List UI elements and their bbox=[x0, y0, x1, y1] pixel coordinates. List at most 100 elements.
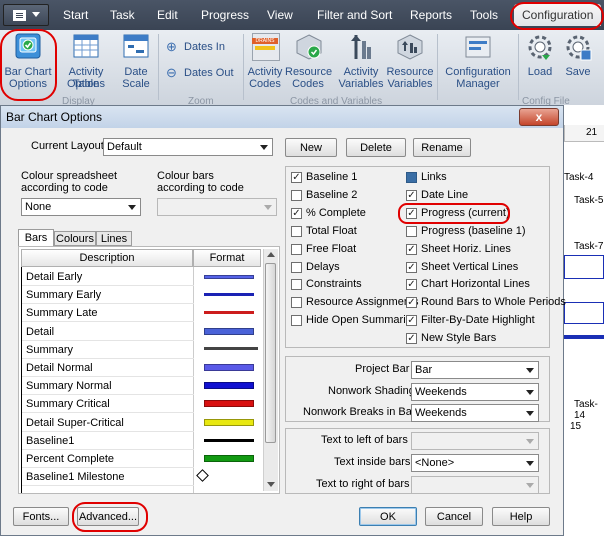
table-header-description[interactable]: Description bbox=[21, 249, 193, 267]
table-row[interactable]: Detail Normal bbox=[22, 359, 254, 377]
dates-out-label: Dates Out bbox=[184, 67, 234, 79]
rename-layout-button[interactable]: Rename bbox=[413, 138, 471, 157]
nonwork-breaks-select[interactable]: Weekends bbox=[411, 404, 539, 422]
bar-format-swatch[interactable] bbox=[194, 468, 262, 485]
checkbox[interactable]: ✓ bbox=[406, 261, 417, 273]
save-button[interactable]: Save bbox=[560, 32, 596, 92]
table-header-format[interactable]: Format bbox=[193, 249, 261, 267]
checkbox[interactable] bbox=[291, 315, 302, 327]
bar-format-swatch[interactable] bbox=[194, 268, 262, 285]
activity-variables-button[interactable]: Activity Variables bbox=[338, 32, 384, 92]
tab-progress[interactable]: Progress bbox=[201, 8, 249, 22]
checkbox-option[interactable]: ✓ Round Bars to Whole Periods bbox=[406, 295, 566, 311]
checkbox-option[interactable]: Links bbox=[406, 170, 556, 186]
checkbox[interactable] bbox=[291, 243, 302, 255]
tab-view[interactable]: View bbox=[267, 8, 293, 22]
ok-button[interactable]: OK bbox=[359, 507, 417, 526]
table-row[interactable]: Summary Early bbox=[22, 286, 254, 305]
bar-format-swatch[interactable] bbox=[194, 359, 262, 376]
close-button[interactable]: x bbox=[519, 108, 559, 126]
tab-edit[interactable]: Edit bbox=[157, 8, 178, 22]
table-row[interactable]: Detail Super-Critical bbox=[22, 414, 254, 432]
checkbox[interactable]: ✓ bbox=[291, 207, 302, 219]
delete-layout-button[interactable]: Delete bbox=[346, 138, 406, 157]
table-row[interactable]: Percent Complete bbox=[22, 450, 254, 468]
checkbox-option[interactable]: ✓ Filter-By-Date Highlight bbox=[406, 313, 556, 329]
new-layout-button[interactable]: New bbox=[285, 138, 337, 157]
configuration-manager-button[interactable]: Configuration Manager bbox=[441, 32, 515, 92]
checkbox-option[interactable]: ✓ Date Line bbox=[406, 188, 556, 204]
nonwork-shading-select[interactable]: Weekends bbox=[411, 383, 539, 401]
checkbox[interactable] bbox=[291, 261, 302, 273]
table-row[interactable]: Summary Critical bbox=[22, 395, 254, 414]
checkbox[interactable]: ✓ bbox=[406, 315, 417, 327]
scroll-up-icon[interactable] bbox=[267, 252, 275, 257]
checkbox[interactable] bbox=[291, 279, 302, 291]
tab-lines[interactable]: Lines bbox=[96, 231, 132, 246]
colour-bars-select[interactable] bbox=[157, 198, 277, 216]
checkbox[interactable] bbox=[291, 189, 302, 201]
bar-format-swatch[interactable] bbox=[194, 450, 262, 467]
checkbox[interactable]: ✓ bbox=[406, 189, 417, 201]
checkbox[interactable] bbox=[406, 225, 417, 237]
table-row[interactable]: Summary Late bbox=[22, 304, 254, 323]
activity-codes-button[interactable]: DRAINS Activity Codes bbox=[245, 32, 285, 92]
checkbox[interactable]: ✓ bbox=[406, 297, 417, 309]
bar-format-swatch[interactable] bbox=[194, 377, 262, 394]
table-row[interactable]: Detail bbox=[22, 323, 254, 341]
dates-in-button[interactable]: ⊕ Dates In bbox=[166, 39, 241, 55]
checkbox[interactable]: ✓ bbox=[406, 333, 417, 345]
fonts-button[interactable]: Fonts... bbox=[13, 507, 69, 526]
tab-tools[interactable]: Tools bbox=[470, 8, 498, 22]
scrollbar-thumb[interactable] bbox=[265, 263, 276, 443]
tab-start[interactable]: Start bbox=[63, 8, 88, 22]
checkbox[interactable]: ✓ bbox=[406, 279, 417, 291]
cancel-button[interactable]: Cancel bbox=[425, 507, 483, 526]
current-layout-select[interactable]: Default bbox=[103, 138, 273, 156]
checkbox-option[interactable]: Progress (baseline 1) bbox=[406, 224, 556, 240]
bar-format-swatch[interactable] bbox=[194, 341, 262, 358]
tab-bars[interactable]: Bars bbox=[18, 229, 54, 246]
resource-codes-button[interactable]: Resource Codes bbox=[285, 32, 332, 92]
load-button[interactable]: Load bbox=[522, 32, 558, 92]
bar-format-swatch[interactable] bbox=[194, 432, 262, 449]
colour-spreadsheet-select[interactable]: None bbox=[21, 198, 141, 216]
table-row[interactable]: Summary Normal bbox=[22, 377, 254, 396]
text-left-select[interactable] bbox=[411, 432, 539, 450]
checkbox-option[interactable]: ✓ Sheet Horiz. Lines bbox=[406, 242, 556, 258]
checkbox[interactable] bbox=[291, 225, 302, 237]
gantt-bar bbox=[564, 335, 604, 339]
checkbox-option[interactable]: ✓ Sheet Vertical Lines bbox=[406, 260, 556, 276]
activity-table-label-2: Options bbox=[67, 78, 105, 90]
checkbox-option[interactable]: ✓ Chart Horizontal Lines bbox=[406, 277, 556, 293]
table-row[interactable]: Baseline1 Milestone bbox=[22, 468, 209, 487]
project-bar-select[interactable]: Bar bbox=[411, 361, 539, 379]
help-button[interactable]: Help bbox=[492, 507, 550, 526]
tab-colours[interactable]: Colours bbox=[54, 231, 96, 246]
activity-table-options-button[interactable]: Activity Table Options bbox=[55, 32, 117, 92]
table-row[interactable]: Detail Early bbox=[22, 268, 254, 286]
bar-format-swatch[interactable] bbox=[194, 414, 262, 431]
date-scale-button[interactable]: Date Scale bbox=[118, 32, 154, 92]
checkbox-option[interactable]: ✓ New Style Bars bbox=[406, 331, 556, 347]
checkbox[interactable]: ✓ bbox=[291, 172, 302, 183]
bar-format-swatch[interactable] bbox=[194, 395, 262, 412]
text-inside-select[interactable]: <None> bbox=[411, 454, 539, 472]
resource-variables-button[interactable]: Resource Variables bbox=[386, 32, 434, 92]
checkbox[interactable] bbox=[406, 172, 417, 183]
bars-scrollbar[interactable] bbox=[263, 249, 278, 491]
tab-filter-and-sort[interactable]: Filter and Sort bbox=[317, 8, 392, 22]
checkbox[interactable]: ✓ bbox=[406, 243, 417, 255]
app-menu-button[interactable] bbox=[3, 4, 49, 26]
checkbox[interactable] bbox=[291, 297, 302, 309]
bar-format-swatch[interactable] bbox=[194, 286, 262, 303]
table-row[interactable]: Summary bbox=[22, 341, 258, 359]
text-right-select[interactable] bbox=[411, 476, 539, 494]
tab-reports[interactable]: Reports bbox=[410, 8, 452, 22]
table-row[interactable]: Baseline1 bbox=[22, 432, 254, 450]
dates-out-button[interactable]: ⊖ Dates Out bbox=[166, 65, 241, 81]
tab-task[interactable]: Task bbox=[110, 8, 135, 22]
scroll-down-icon[interactable] bbox=[267, 482, 275, 487]
bar-format-swatch[interactable] bbox=[194, 323, 262, 340]
bar-format-swatch[interactable] bbox=[194, 304, 262, 321]
